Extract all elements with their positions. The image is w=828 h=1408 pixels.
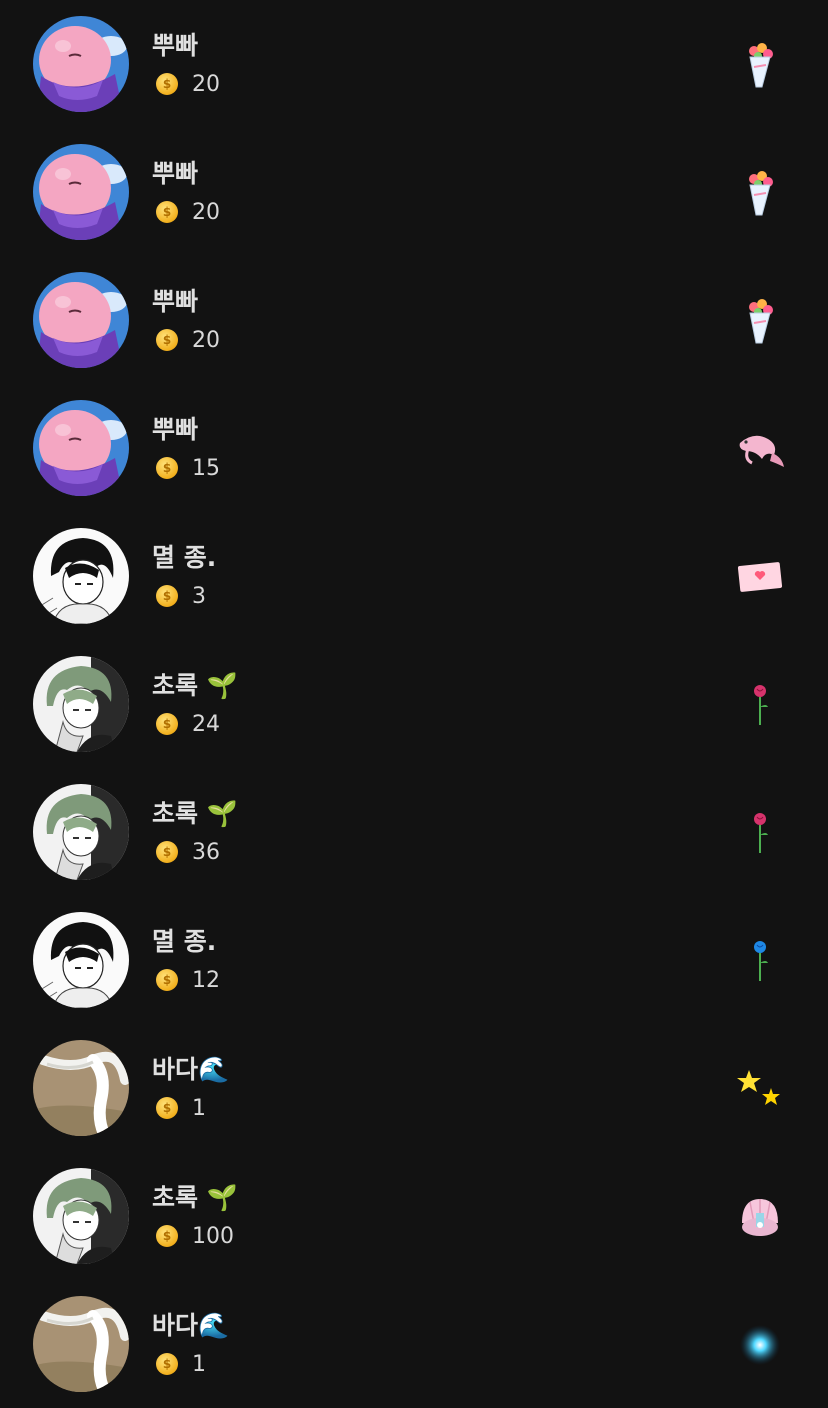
coin-count: 15 bbox=[192, 455, 220, 481]
list-item[interactable]: 바다🌊 $1 bbox=[0, 1024, 828, 1152]
coin-icon: $ bbox=[156, 329, 178, 351]
green-hair-avatar[interactable] bbox=[33, 656, 129, 752]
bouquet-icon bbox=[732, 40, 788, 90]
coin-icon: $ bbox=[156, 585, 178, 607]
list-item[interactable]: 멸 종. $3 bbox=[0, 512, 828, 640]
coin-count: 20 bbox=[192, 71, 220, 97]
coin-count: 1 bbox=[192, 1351, 206, 1377]
coin-count: 36 bbox=[192, 839, 220, 865]
list-item[interactable]: 초록 🌱 $100 bbox=[0, 1152, 828, 1280]
blue-rose-icon bbox=[732, 936, 788, 986]
green-hair-avatar[interactable] bbox=[33, 784, 129, 880]
coin-count: 1 bbox=[192, 1095, 206, 1121]
coin-icon: $ bbox=[156, 1353, 178, 1375]
list-item[interactable]: 초록 🌱 $24 bbox=[0, 640, 828, 768]
user-name: 뿌빠 bbox=[152, 287, 199, 316]
coin-amount: $20 bbox=[156, 71, 220, 97]
coin-icon: $ bbox=[156, 201, 178, 223]
manga-boy-avatar[interactable] bbox=[33, 912, 129, 1008]
user-name: 바다🌊 bbox=[152, 1311, 230, 1340]
coin-amount: $36 bbox=[156, 839, 220, 865]
pink-character-avatar[interactable] bbox=[33, 144, 129, 240]
coin-amount: $100 bbox=[156, 1223, 234, 1249]
bouquet-icon bbox=[732, 168, 788, 218]
coin-amount: $15 bbox=[156, 455, 220, 481]
coin-amount: $20 bbox=[156, 199, 220, 225]
user-name: 멸 종. bbox=[152, 543, 217, 572]
gift-history-list: 뿌빠 $20 뿌빠 $20 뿌빠 $20 뿌빠 $15 멸 종. $3 초록 🌱 $24 초록 🌱 $36… bbox=[0, 0, 828, 1408]
coin-icon: $ bbox=[156, 969, 178, 991]
manga-boy-avatar[interactable] bbox=[33, 528, 129, 624]
coin-count: 20 bbox=[192, 199, 220, 225]
coin-amount: $12 bbox=[156, 967, 220, 993]
coin-icon: $ bbox=[156, 457, 178, 479]
green-hair-avatar[interactable] bbox=[33, 1168, 129, 1264]
list-item[interactable]: 뿌빠 $15 bbox=[0, 384, 828, 512]
red-rose-icon bbox=[732, 808, 788, 858]
user-name: 뿌빠 bbox=[152, 159, 199, 188]
pink-character-avatar[interactable] bbox=[33, 272, 129, 368]
coin-icon: $ bbox=[156, 73, 178, 95]
coin-amount: $1 bbox=[156, 1351, 206, 1377]
coin-icon: $ bbox=[156, 1097, 178, 1119]
stars-icon bbox=[732, 1064, 788, 1114]
coin-count: 12 bbox=[192, 967, 220, 993]
user-name: 바다🌊 bbox=[152, 1055, 230, 1084]
coin-amount: $1 bbox=[156, 1095, 206, 1121]
coin-amount: $24 bbox=[156, 711, 220, 737]
list-item[interactable]: 뿌빠 $20 bbox=[0, 128, 828, 256]
list-item[interactable]: 뿌빠 $20 bbox=[0, 256, 828, 384]
pink-character-avatar[interactable] bbox=[33, 16, 129, 112]
user-name: 뿌빠 bbox=[152, 31, 199, 60]
white-yarn-avatar[interactable] bbox=[33, 1296, 129, 1392]
white-yarn-avatar[interactable] bbox=[33, 1040, 129, 1136]
red-rose-icon bbox=[732, 680, 788, 730]
coin-icon: $ bbox=[156, 841, 178, 863]
coin-count: 100 bbox=[192, 1223, 234, 1249]
list-item[interactable]: 초록 🌱 $36 bbox=[0, 768, 828, 896]
coin-count: 24 bbox=[192, 711, 220, 737]
coin-icon: $ bbox=[156, 1225, 178, 1247]
koi-fish-icon bbox=[732, 424, 788, 474]
coin-count: 20 bbox=[192, 327, 220, 353]
user-name: 멸 종. bbox=[152, 927, 217, 956]
user-name: 초록 🌱 bbox=[152, 671, 238, 700]
list-item[interactable]: 뿌빠 $20 bbox=[0, 0, 828, 128]
pink-character-avatar[interactable] bbox=[33, 400, 129, 496]
list-item[interactable]: 멸 종. $12 bbox=[0, 896, 828, 1024]
coin-count: 3 bbox=[192, 583, 206, 609]
sparkle-icon bbox=[732, 1320, 788, 1370]
user-name: 초록 🌱 bbox=[152, 799, 238, 828]
list-item[interactable]: 바다🌊 $1 bbox=[0, 1280, 828, 1408]
coin-icon: $ bbox=[156, 713, 178, 735]
coin-amount: $20 bbox=[156, 327, 220, 353]
user-name: 초록 🌱 bbox=[152, 1183, 238, 1212]
seashell-castle-icon bbox=[732, 1192, 788, 1242]
coin-amount: $3 bbox=[156, 583, 206, 609]
bouquet-icon bbox=[732, 296, 788, 346]
user-name: 뿌빠 bbox=[152, 415, 199, 444]
love-letter-icon bbox=[732, 552, 788, 602]
